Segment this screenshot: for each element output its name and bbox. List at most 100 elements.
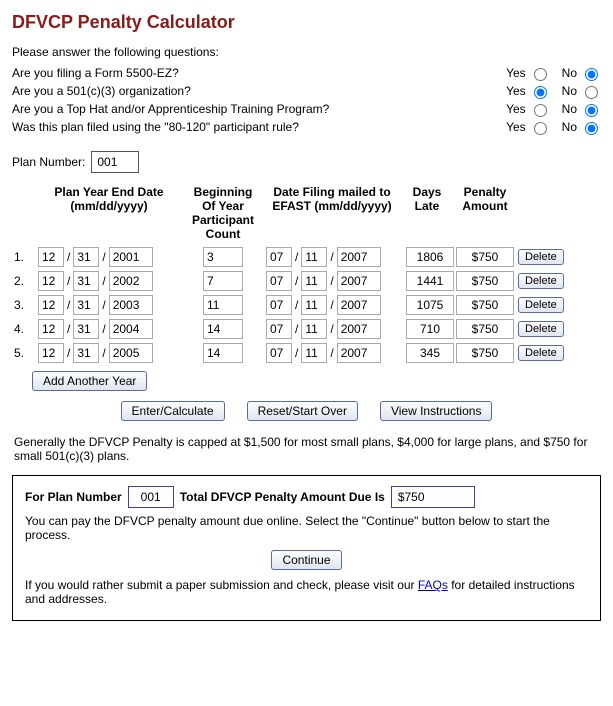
participant-count[interactable] <box>203 343 243 363</box>
mailed-year[interactable] <box>337 271 381 291</box>
row-number: 2. <box>12 274 34 288</box>
yes-option[interactable]: Yes <box>506 119 550 135</box>
header-plan-year: Plan Year End Date (mm/dd/yyyy) <box>34 185 184 213</box>
delete-button[interactable]: Delete <box>518 249 564 265</box>
result-plan-number[interactable] <box>128 486 174 508</box>
paper-submission-text: If you would rather submit a paper submi… <box>25 578 588 606</box>
no-option[interactable]: No <box>562 119 601 135</box>
delete-button[interactable]: Delete <box>518 345 564 361</box>
result-box: For Plan Number Total DFVCP Penalty Amou… <box>12 475 601 621</box>
table-row: 5.////Delete <box>12 343 601 363</box>
mailed-month[interactable] <box>266 295 292 315</box>
yes-option[interactable]: Yes <box>506 83 550 99</box>
faqs-link[interactable]: FAQs <box>418 578 448 592</box>
mailed-month[interactable] <box>266 319 292 339</box>
yes-radio[interactable] <box>534 86 547 99</box>
plan-year-year[interactable] <box>109 319 153 339</box>
view-instructions-button[interactable]: View Instructions <box>380 401 493 421</box>
mailed-year[interactable] <box>337 319 381 339</box>
participant-count[interactable] <box>203 319 243 339</box>
question-text: Are you filing a Form 5500-EZ? <box>12 66 506 80</box>
days-late[interactable] <box>406 295 454 315</box>
mailed-year[interactable] <box>337 343 381 363</box>
mailed-day[interactable] <box>301 271 327 291</box>
mailed-day[interactable] <box>301 247 327 267</box>
question-row: Are you a Top Hat and/or Apprenticeship … <box>12 101 601 117</box>
no-radio[interactable] <box>585 68 598 81</box>
no-radio[interactable] <box>585 86 598 99</box>
no-option[interactable]: No <box>562 65 601 81</box>
question-text: Are you a Top Hat and/or Apprenticeship … <box>12 102 506 116</box>
plan-year-month[interactable] <box>38 343 64 363</box>
plan-number-input[interactable] <box>91 151 139 173</box>
plan-year-day[interactable] <box>73 319 99 339</box>
question-text: Was this plan filed using the "80-120" p… <box>12 120 506 134</box>
penalty-amount[interactable] <box>456 295 514 315</box>
plan-year-month[interactable] <box>38 295 64 315</box>
header-days-late: Days Late <box>402 185 452 213</box>
yes-radio[interactable] <box>534 68 547 81</box>
result-total-amount[interactable] <box>391 486 475 508</box>
question-row: Was this plan filed using the "80-120" p… <box>12 119 601 135</box>
participant-count[interactable] <box>203 247 243 267</box>
days-late[interactable] <box>406 271 454 291</box>
penalty-cap-note: Generally the DFVCP Penalty is capped at… <box>14 435 599 463</box>
mailed-month[interactable] <box>266 271 292 291</box>
mailed-year[interactable] <box>337 247 381 267</box>
penalty-amount[interactable] <box>456 247 514 267</box>
mailed-day[interactable] <box>301 295 327 315</box>
yes-option[interactable]: Yes <box>506 101 550 117</box>
plan-year-day[interactable] <box>73 271 99 291</box>
row-number: 4. <box>12 322 34 336</box>
question-row: Are you a 501(c)(3) organization?Yes No <box>12 83 601 99</box>
plan-year-day[interactable] <box>73 295 99 315</box>
for-plan-label: For Plan Number <box>25 490 122 504</box>
plan-year-month[interactable] <box>38 247 64 267</box>
yes-radio[interactable] <box>534 122 547 135</box>
continue-button[interactable]: Continue <box>271 550 341 570</box>
plan-year-year[interactable] <box>109 295 153 315</box>
question-text: Are you a 501(c)(3) organization? <box>12 84 506 98</box>
plan-number-label: Plan Number: <box>12 155 85 169</box>
table-row: 2.////Delete <box>12 271 601 291</box>
participant-count[interactable] <box>203 271 243 291</box>
penalty-amount[interactable] <box>456 343 514 363</box>
yes-option[interactable]: Yes <box>506 65 550 81</box>
no-option[interactable]: No <box>562 83 601 99</box>
no-option[interactable]: No <box>562 101 601 117</box>
mailed-day[interactable] <box>301 343 327 363</box>
plan-year-month[interactable] <box>38 319 64 339</box>
header-penalty: Penalty Amount <box>452 185 518 213</box>
mailed-month[interactable] <box>266 343 292 363</box>
header-beg-count: Beginning Of Year Participant Count <box>184 185 262 241</box>
plan-year-year[interactable] <box>109 271 153 291</box>
add-another-year-button[interactable]: Add Another Year <box>32 371 147 391</box>
delete-button[interactable]: Delete <box>518 297 564 313</box>
no-radio[interactable] <box>585 122 598 135</box>
penalty-amount[interactable] <box>456 271 514 291</box>
enter-calculate-button[interactable]: Enter/Calculate <box>121 401 225 421</box>
penalty-amount[interactable] <box>456 319 514 339</box>
table-row: 1.////Delete <box>12 247 601 267</box>
participant-count[interactable] <box>203 295 243 315</box>
plan-year-year[interactable] <box>109 343 153 363</box>
plan-year-year[interactable] <box>109 247 153 267</box>
plan-year-day[interactable] <box>73 343 99 363</box>
intro-text: Please answer the following questions: <box>12 45 601 59</box>
row-number: 5. <box>12 346 34 360</box>
plan-year-month[interactable] <box>38 271 64 291</box>
days-late[interactable] <box>406 343 454 363</box>
delete-button[interactable]: Delete <box>518 321 564 337</box>
mailed-day[interactable] <box>301 319 327 339</box>
no-radio[interactable] <box>585 104 598 117</box>
delete-button[interactable]: Delete <box>518 273 564 289</box>
days-late[interactable] <box>406 319 454 339</box>
pay-online-text: You can pay the DFVCP penalty amount due… <box>25 514 588 542</box>
table-row: 4.////Delete <box>12 319 601 339</box>
days-late[interactable] <box>406 247 454 267</box>
reset-start-over-button[interactable]: Reset/Start Over <box>247 401 358 421</box>
mailed-month[interactable] <box>266 247 292 267</box>
mailed-year[interactable] <box>337 295 381 315</box>
yes-radio[interactable] <box>534 104 547 117</box>
plan-year-day[interactable] <box>73 247 99 267</box>
